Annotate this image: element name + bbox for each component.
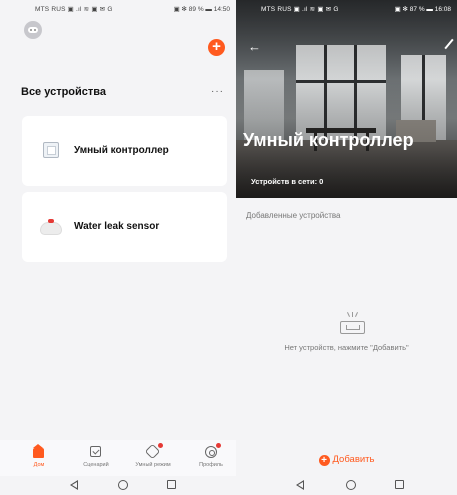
system-recent-icon[interactable] [395, 480, 404, 489]
system-home-icon[interactable] [346, 480, 356, 490]
home-icon [33, 444, 44, 458]
system-home-icon[interactable] [118, 480, 128, 490]
all-devices-title: Все устройства [21, 86, 107, 98]
online-devices-count: Устройств в сети: 0 [251, 177, 324, 186]
add-device-button[interactable]: + [208, 39, 225, 56]
system-nav-bar [0, 476, 236, 495]
nav-profile[interactable]: Профиль [186, 443, 236, 468]
system-back-icon[interactable] [296, 480, 304, 490]
device-card-controller[interactable]: Умный контроллер [22, 116, 227, 186]
device-name: Умный контроллер [74, 145, 169, 156]
bottom-nav: Дом Сценарий Умный режим Профиль [0, 440, 236, 476]
controller-detail-screen: MTS RUS ▣ .ıl ≋ ▣ ✉ G ▣ ✻ 87 % ▬ 16:08 ←… [236, 0, 457, 495]
added-devices-title: Добавленные устройства [246, 211, 341, 220]
empty-tray-icon [339, 312, 367, 336]
notification-badge [216, 443, 221, 448]
water-leak-sensor-icon [40, 219, 62, 235]
status-bar: MTS RUS ▣ .ıl ≋ ▣ ✉ G ▣ ✻ 89 % ▬ 14:50 [0, 0, 236, 18]
profile-icon [205, 446, 217, 458]
status-right: ▣ ✻ 87 % ▬ 16:08 [394, 6, 451, 13]
status-carrier: MTS RUS ▣ .ıl ≋ ▣ ✉ G [261, 6, 339, 13]
system-back-icon[interactable] [70, 480, 78, 490]
plus-circle-icon: + [318, 455, 330, 466]
add-button[interactable]: + Добавить [318, 454, 375, 466]
status-carrier: MTS RUS ▣ .ıl ≋ ▣ ✉ G [35, 6, 113, 13]
system-nav-bar [236, 476, 457, 495]
device-name: Water leak sensor [74, 221, 160, 232]
notification-badge [158, 443, 163, 448]
room-photo [236, 0, 457, 198]
controller-title: Умный контроллер [243, 130, 414, 150]
home-avatar-icon[interactable] [24, 21, 42, 39]
device-card-water-leak-sensor[interactable]: Water leak sensor [22, 192, 227, 262]
controller-icon [43, 142, 59, 158]
scene-icon [90, 446, 101, 457]
nav-scene[interactable]: Сценарий [71, 446, 121, 468]
nav-smart-mode[interactable]: Умный режим [128, 443, 178, 468]
home-screen: MTS RUS ▣ .ıl ≋ ▣ ✉ G ▣ ✻ 89 % ▬ 14:50 +… [0, 0, 236, 495]
add-button-label: Добавить [332, 454, 375, 465]
status-right: ▣ ✻ 89 % ▬ 14:50 [173, 6, 230, 13]
nav-label: Сценарий [83, 462, 109, 468]
nav-label: Умный режим [135, 462, 171, 468]
nav-label: Профиль [199, 462, 223, 468]
back-arrow-icon[interactable]: ← [248, 40, 261, 53]
status-bar: MTS RUS ▣ .ıl ≋ ▣ ✉ G ▣ ✻ 87 % ▬ 16:08 [236, 0, 457, 18]
system-recent-icon[interactable] [167, 480, 176, 489]
empty-state-text: Нет устройств, нажмите "Добавить" [284, 343, 409, 352]
nav-label: Дом [33, 462, 45, 468]
more-options-button[interactable]: ··· [211, 86, 224, 97]
add-bar: + Добавить [236, 449, 457, 467]
nav-home[interactable]: Дом [14, 444, 64, 468]
